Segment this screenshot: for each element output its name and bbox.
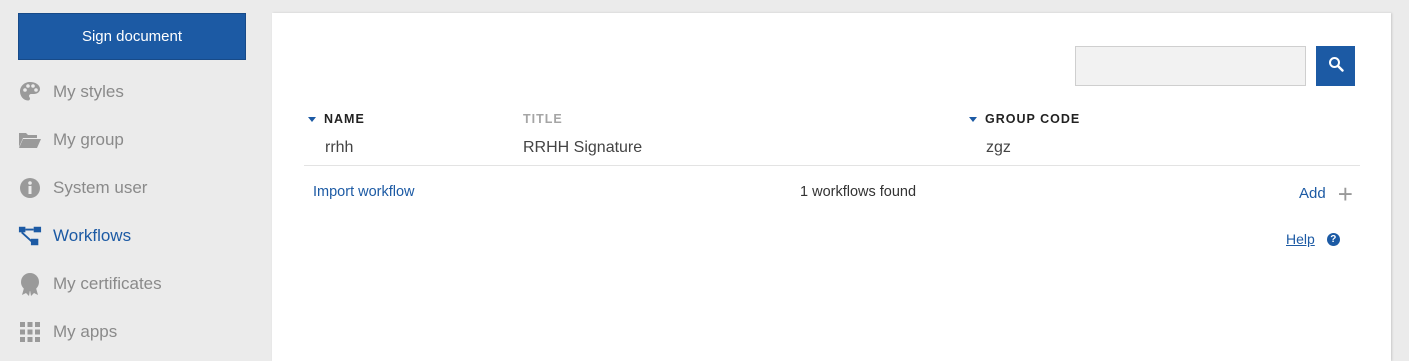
search-icon: [1328, 56, 1344, 77]
sidebar-item-label: Workflows: [53, 226, 132, 245]
apps-grid-icon: [18, 320, 42, 344]
cell-title[interactable]: RRHH Signature: [523, 139, 642, 157]
sidebar-item-label: My certificates: [53, 274, 162, 293]
sidebar-item-label: My styles: [53, 82, 124, 101]
sidebar-item-my-apps[interactable]: My apps: [18, 316, 258, 348]
add-button[interactable]: Add +: [1299, 178, 1353, 209]
help-label: Help: [1286, 231, 1315, 247]
certificate-icon: [18, 272, 42, 296]
column-header-title[interactable]: TITLE: [523, 112, 563, 126]
results-count: 1 workflows found: [800, 184, 917, 200]
sidebar: Sign document My styles My group System …: [0, 0, 272, 361]
sidebar-item-my-certificates[interactable]: My certificates: [18, 268, 258, 300]
add-label: Add: [1299, 185, 1326, 202]
column-header-group-code[interactable]: GROUP CODE: [969, 112, 1080, 126]
row-divider: [304, 165, 1360, 166]
cell-name[interactable]: rrhh: [325, 139, 353, 157]
sidebar-item-label: My apps: [53, 322, 118, 341]
sort-down-icon: [969, 117, 977, 122]
search-input[interactable]: [1075, 46, 1306, 86]
search-button[interactable]: [1316, 46, 1355, 86]
palette-icon: [18, 80, 42, 104]
plus-icon: +: [1337, 178, 1353, 209]
help-link[interactable]: Help ?: [1286, 231, 1340, 247]
sidebar-item-workflows[interactable]: Workflows: [18, 220, 258, 252]
column-header-name[interactable]: NAME: [308, 112, 365, 126]
info-circle-icon: [18, 176, 42, 200]
sidebar-item-system-user[interactable]: System user: [18, 172, 258, 204]
sidebar-item-label: My group: [53, 130, 124, 149]
sidebar-item-my-styles[interactable]: My styles: [18, 76, 258, 108]
workflow-icon: [18, 224, 42, 248]
sort-down-icon: [308, 117, 316, 122]
sidebar-item-my-group[interactable]: My group: [18, 124, 258, 156]
question-circle-icon: ?: [1326, 232, 1340, 246]
folder-open-icon: [18, 128, 42, 152]
cell-group-code[interactable]: zgz: [986, 139, 1011, 157]
sidebar-item-label: System user: [53, 178, 148, 197]
import-workflow-link[interactable]: Import workflow: [313, 184, 415, 200]
sign-document-button[interactable]: Sign document: [18, 13, 246, 60]
main-panel: NAME TITLE GROUP CODE rrhh RRHH Signatur…: [272, 13, 1391, 361]
